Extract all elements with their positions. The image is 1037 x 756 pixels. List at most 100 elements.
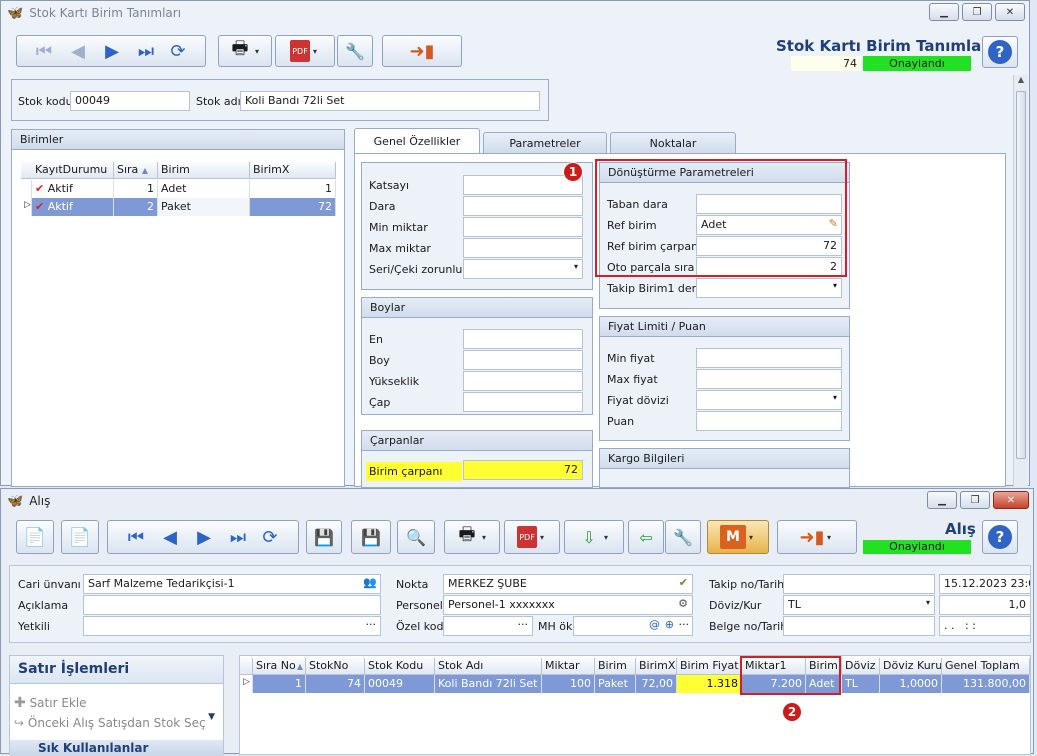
check-double-icon[interactable]: ✔ <box>679 576 688 589</box>
maximize-button[interactable]: ❐ <box>960 491 990 509</box>
help-button[interactable]: ? <box>982 520 1018 554</box>
exit-button[interactable]: ➜▮ <box>382 35 462 67</box>
ellipsis-icon[interactable]: ··· <box>366 618 377 631</box>
person-lookup-icon[interactable]: ⚙ <box>678 597 688 610</box>
people-icon[interactable]: 👥 <box>363 576 377 589</box>
min-miktar-field[interactable] <box>463 217 583 237</box>
takip-birim1-dropdown[interactable]: ▾ <box>696 278 842 298</box>
email-icon[interactable]: @ <box>649 618 660 631</box>
cap-field[interactable] <box>463 392 583 412</box>
takip-no-field[interactable] <box>783 574 935 594</box>
kur-field[interactable]: 1,0 <box>939 595 1031 615</box>
scroll-up-arrow[interactable]: ▲ <box>1014 75 1028 84</box>
exit-button[interactable]: ➜▮ ▾ <box>777 520 857 554</box>
onceki-alis-item[interactable]: ↪ Önceki Alış Satışdan Stok Seç <box>14 716 206 730</box>
close-button[interactable]: ✕ <box>995 3 1025 21</box>
minimize-button[interactable]: ▁ <box>929 3 959 21</box>
pdf-export-button[interactable]: PDF ▾ <box>275 35 335 67</box>
doviz-dropdown[interactable]: TL ▾ <box>783 595 935 615</box>
ellipsis-icon[interactable]: ··· <box>679 618 690 631</box>
seri-ceki-dropdown[interactable]: ▾ <box>463 259 583 279</box>
table-row[interactable]: ▷ 1 74 00049 Koli Bandı 72li Set 100 Pak… <box>240 675 1030 693</box>
belge-tarih-field[interactable]: . . : : <box>939 616 1031 636</box>
max-miktar-field[interactable] <box>463 238 583 258</box>
yetkili-field[interactable]: ··· <box>83 616 381 636</box>
link-icon[interactable]: ⊕ <box>665 618 674 631</box>
refresh-icon[interactable]: ⟳ <box>166 39 190 63</box>
previous-record-icon[interactable]: ◀ <box>158 525 182 549</box>
tools-button[interactable]: 🔧 <box>665 520 701 554</box>
grid-header-birim[interactable]: Birim <box>595 658 636 675</box>
transfer-button[interactable]: ⇩ ▾ <box>564 520 624 554</box>
puan-field[interactable] <box>696 411 842 431</box>
save-button[interactable]: 💾 <box>306 520 342 554</box>
chevron-down-icon[interactable]: ▼ <box>208 712 215 722</box>
first-record-icon[interactable]: ⏮ <box>32 39 56 63</box>
satir-ekle-item[interactable]: ✚ Satır Ekle <box>14 695 87 711</box>
grid-header-stok-kodu[interactable]: Stok Kodu <box>365 658 435 675</box>
import-button[interactable]: ⇦ <box>628 520 664 554</box>
print-button[interactable]: 🖶 ▾ <box>218 35 272 67</box>
print-button[interactable]: 🖶 ▾ <box>444 520 500 554</box>
boy-field[interactable] <box>463 350 583 370</box>
grid-header-genel-toplam[interactable]: Genel Toplam <box>942 658 1030 675</box>
yukseklik-field[interactable] <box>463 371 583 391</box>
aciklama-field[interactable] <box>83 595 381 615</box>
previous-record-icon[interactable]: ◀ <box>66 39 90 63</box>
grid-header-birim[interactable]: Birim <box>158 162 250 179</box>
dara-field[interactable] <box>463 196 583 216</box>
en-field[interactable] <box>463 329 583 349</box>
mh-ok-field[interactable]: @ ⊕ ··· <box>573 616 693 636</box>
grid-header-sira-no[interactable]: Sıra No ▲ <box>253 658 306 675</box>
personel-field[interactable]: Personel-1 xxxxxxx ⚙ <box>443 595 693 615</box>
next-record-icon[interactable]: ▶ <box>100 39 124 63</box>
pdf-export-button[interactable]: PDF ▾ <box>504 520 560 554</box>
refresh-icon[interactable]: ⟳ <box>258 525 282 549</box>
grid-header-miktar[interactable]: Miktar <box>542 658 595 675</box>
new-document-button[interactable]: 📄 <box>16 520 54 554</box>
first-record-icon[interactable]: ⏮ <box>124 525 148 549</box>
takip-tarih-field[interactable]: 15.12.2023 23:05: <box>939 574 1031 594</box>
table-row[interactable]: ✔ Aktif 1 Adet 1 <box>21 180 336 198</box>
grid-header-doviz[interactable]: Döviz <box>842 658 880 675</box>
m-button[interactable]: M ▾ <box>707 520 769 554</box>
table-row[interactable]: ▷ ✔ Aktif 2 Paket 72 <box>21 198 336 216</box>
grid-header-stok-adi[interactable]: Stok Adı <box>435 658 542 675</box>
grid-header-kayitdurumu[interactable]: KayıtDurumu <box>32 162 114 179</box>
min-fiyat-field[interactable] <box>696 348 842 368</box>
next-record-icon[interactable]: ▶ <box>192 525 216 549</box>
preview-button[interactable]: 🔍 <box>397 520 435 554</box>
cari-unvani-field[interactable]: Sarf Malzeme Tedarikçisi-1 👥 <box>83 574 381 594</box>
tab-genel-ozellikler[interactable]: Genel Özellikler <box>354 128 480 154</box>
delete-document-button[interactable]: 📄 <box>61 520 99 554</box>
help-button[interactable]: ? <box>982 36 1018 68</box>
last-record-icon[interactable]: ⏭ <box>226 525 250 549</box>
last-record-icon[interactable]: ⏭ <box>134 39 158 63</box>
max-fiyat-field[interactable] <box>696 369 842 389</box>
birim-carpani-field[interactable]: 72 <box>463 460 583 480</box>
vertical-scrollbar[interactable]: ▲ <box>1013 75 1028 487</box>
tools-button[interactable]: 🔧 <box>337 35 373 67</box>
scroll-thumb[interactable] <box>1016 91 1026 459</box>
minimize-button[interactable]: ▁ <box>927 491 957 509</box>
cancel-save-button[interactable]: 💾 <box>351 520 391 554</box>
belge-no-field[interactable] <box>783 616 935 636</box>
maximize-button[interactable]: ❐ <box>962 3 992 21</box>
birim-fiyat-cell: 1.318 <box>677 675 742 693</box>
fiyat-dovizi-dropdown[interactable]: ▾ <box>696 390 842 410</box>
ellipsis-icon[interactable]: ··· <box>518 618 529 631</box>
stok-karti-window: 🦋 Stok Kartı Birim Tanımları ▁ ❐ ✕ ⏮ ◀ ▶… <box>0 0 1030 488</box>
close-button[interactable]: ✕ <box>993 491 1029 509</box>
nokta-field[interactable]: MERKEZ ŞUBE ✔ <box>443 574 693 594</box>
grid-header-stokno[interactable]: StokNo <box>306 658 365 675</box>
grid-header-doviz-kuru[interactable]: Döviz Kuru <box>880 658 942 675</box>
stok-adi-field[interactable]: Koli Bandı 72li Set <box>240 91 540 111</box>
grid-header-birimx[interactable]: BirimX <box>250 162 336 179</box>
grid-header-birim-fiyat[interactable]: Birim Fiyat <box>677 658 742 675</box>
tab-parametreler[interactable]: Parametreler <box>483 132 607 154</box>
ozel-kod-field[interactable]: ··· <box>443 616 533 636</box>
grid-header-birimx[interactable]: BirimX <box>636 658 677 675</box>
stok-kodu-field[interactable]: 00049 <box>70 91 190 111</box>
grid-header-sira[interactable]: Sıra ▲ <box>114 162 158 179</box>
tab-noktalar[interactable]: Noktalar <box>610 132 736 154</box>
